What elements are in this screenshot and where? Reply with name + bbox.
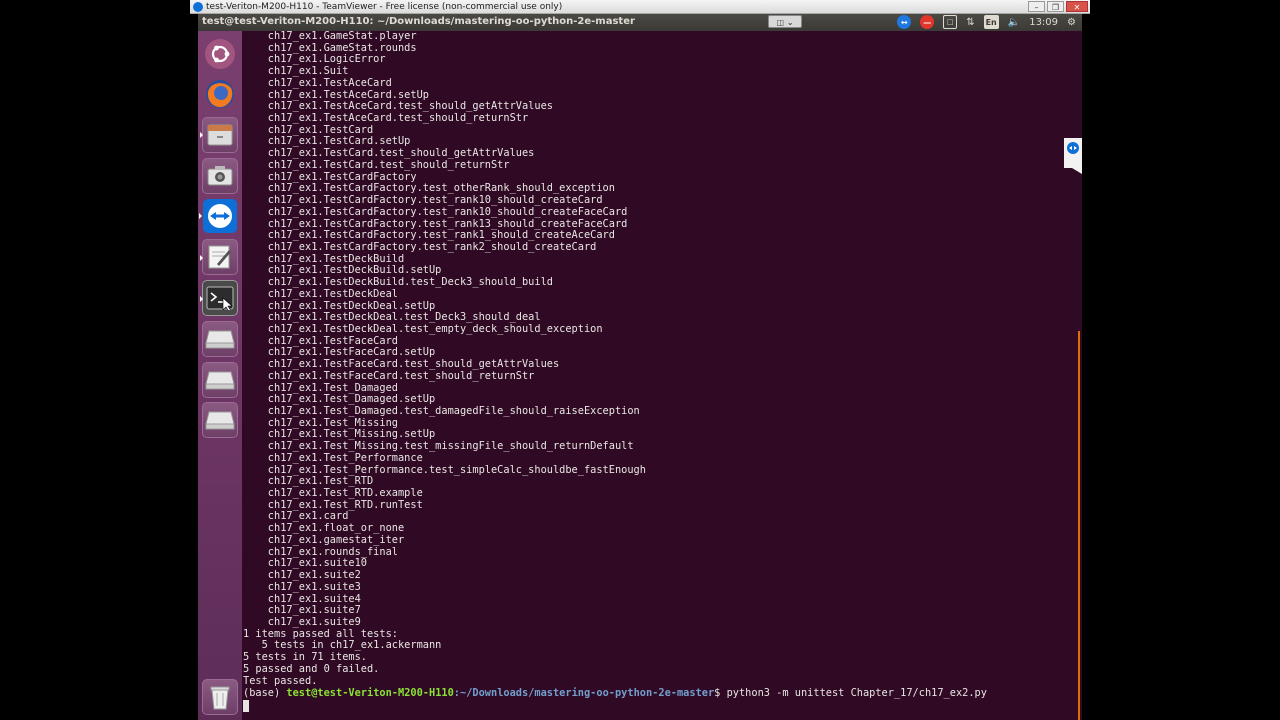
- camera-icon: [207, 166, 233, 186]
- launcher: [198, 31, 242, 720]
- prompt-path: :~/Downloads/mastering-oo-python-2e-mast…: [453, 687, 715, 699]
- drive-launcher-2[interactable]: [202, 362, 238, 398]
- terminal-line: Test passed.: [243, 674, 318, 687]
- terminal-line: ch17_ex1.TestDeckDeal.test_empty_deck_sh…: [243, 322, 603, 335]
- close-button[interactable]: ✕: [1066, 1, 1088, 12]
- drive-icon: [205, 411, 235, 430]
- window-controls: – ❐ ✕: [1028, 1, 1088, 12]
- terminal-line: ch17_ex1.Test_RTD.example: [243, 487, 423, 500]
- terminal-line: ch17_ex1.TestAceCard.test_should_returnS…: [243, 112, 529, 125]
- network-disabled-icon[interactable]: —: [920, 15, 935, 29]
- terminal-cursor: [243, 700, 249, 712]
- active-window-title: test@test-Veriton-M200-H110: ~/Downloads…: [202, 16, 635, 27]
- terminal-line: 5 passed and 0 failed.: [243, 662, 380, 675]
- keyboard-layout[interactable]: En: [983, 15, 999, 29]
- terminal-line: ch17_ex1.TestCardFactory.test_rank10_sho…: [243, 205, 628, 218]
- terminal-line: ch17_ex1.suite9: [243, 615, 361, 628]
- prompt-user-host: test@test-Veriton-M200-H110: [286, 687, 454, 699]
- drive-icon: [205, 330, 235, 349]
- teamviewer-logo-icon: [193, 2, 203, 12]
- terminal-line: ch17_ex1.Test_Performance: [243, 451, 423, 464]
- clock[interactable]: 13:09: [1029, 15, 1058, 29]
- teamviewer-icon: [203, 199, 237, 233]
- files-icon: [207, 124, 233, 146]
- terminal-prompt: (base) test@test-Veriton-M200-H110:~/Dow…: [243, 687, 987, 700]
- terminal-line: ch17_ex1.TestDeckDeal: [243, 287, 398, 300]
- settings-gear-icon[interactable]: ⚙: [1067, 15, 1076, 29]
- prompt-command: python3 -m unittest Chapter_17/ch17_ex2.…: [726, 687, 987, 699]
- terminal-line: ch17_ex1.gamestat_iter: [243, 533, 405, 546]
- minimize-button[interactable]: –: [1028, 1, 1045, 12]
- drive-icon: [205, 371, 235, 390]
- terminal-line: ch17_ex1.Test_Damaged.test_damagedFile_s…: [243, 405, 640, 417]
- teamviewer-toolbar-toggle[interactable]: ◫ ⌄: [768, 15, 802, 28]
- terminal-line: ch17_ex1.GameStat.player: [243, 31, 417, 42]
- terminal-line: ch17_ex1.TestFaceCard.test_should_return…: [243, 369, 535, 382]
- dash-icon: [205, 39, 235, 69]
- indicator-area: ↔ — □ ⇅ En 🔈 13:09 ⚙: [897, 15, 1076, 29]
- terminal-line: ch17_ex1.TestCard.test_should_returnStr: [243, 158, 510, 171]
- network-transfer-icon[interactable]: ⇅: [966, 15, 974, 29]
- restore-button[interactable]: ❐: [1047, 1, 1064, 12]
- terminal-line: ch17_ex1.TestAceCard: [243, 76, 392, 89]
- dash-button[interactable]: [202, 36, 238, 72]
- drive-launcher-1[interactable]: [202, 321, 238, 357]
- camera-launcher[interactable]: [202, 158, 238, 194]
- trash-launcher[interactable]: [202, 679, 238, 715]
- teamviewer-side-icon: [1064, 138, 1082, 174]
- terminal-scrollbar[interactable]: [1078, 331, 1080, 720]
- drive-launcher-3[interactable]: [202, 402, 238, 438]
- files-launcher[interactable]: [200, 117, 238, 153]
- teamviewer-launcher[interactable]: [199, 198, 238, 234]
- terminal-line: ch17_ex1.TestCardFactory.test_rank2_shou…: [243, 240, 597, 253]
- terminal-window[interactable]: ch17_ex1.GameStat.player ch17_ex1.GameSt…: [242, 31, 1082, 720]
- teamviewer-side-panel-tab[interactable]: [1064, 138, 1082, 174]
- prompt-symbol: $: [714, 687, 727, 699]
- firefox-launcher[interactable]: [202, 76, 238, 112]
- teamviewer-window-title: test-Veriton-M200-H110 - TeamViewer - Fr…: [206, 2, 563, 12]
- top-panel: test@test-Veriton-M200-H110: ~/Downloads…: [198, 14, 1082, 31]
- trash-icon: [210, 686, 230, 710]
- firefox-icon: [206, 80, 234, 108]
- terminal-line: ch17_ex1.suite3: [243, 580, 361, 593]
- teamviewer-titlebar: test-Veriton-M200-H110 - TeamViewer - Fr…: [190, 0, 1090, 14]
- terminal-icon: [206, 286, 234, 310]
- terminal-launcher[interactable]: [200, 280, 238, 316]
- volume-icon[interactable]: 🔈: [1008, 15, 1020, 29]
- text-editor-icon: [208, 245, 231, 269]
- terminal-output: ch17_ex1.GameStat.player ch17_ex1.GameSt…: [243, 31, 646, 687]
- prompt-env: (base): [243, 687, 287, 699]
- teamviewer-indicator-icon[interactable]: ↔: [897, 15, 912, 29]
- text-editor-launcher[interactable]: [200, 239, 238, 275]
- dropbox-icon[interactable]: □: [943, 15, 958, 29]
